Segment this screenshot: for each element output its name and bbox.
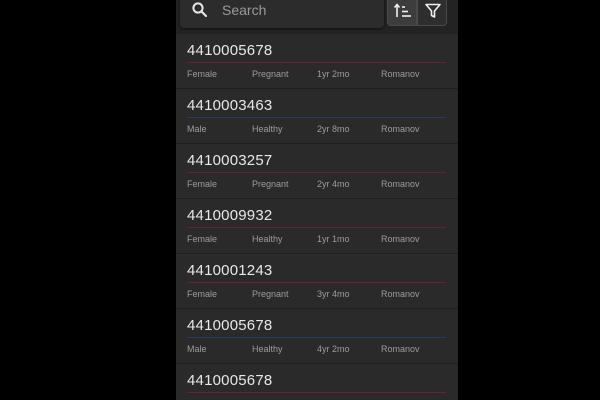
- animal-id: 4410001243: [187, 262, 273, 279]
- gender-label: Female: [187, 69, 218, 79]
- status-label: Pregnant: [252, 179, 289, 189]
- gender-label: Male: [187, 344, 207, 354]
- animal-list: 4410005678 Female Pregnant 1yr 2mo Romanov 44…: [176, 34, 458, 400]
- animal-id: 4410009932: [187, 207, 273, 224]
- gender-label: Female: [187, 179, 218, 189]
- filter-button[interactable]: [417, 0, 447, 26]
- age-label: 3yr 4mo: [317, 289, 350, 299]
- gender-divider: [187, 337, 446, 338]
- gender-divider: [187, 62, 446, 63]
- list-item[interactable]: 4410005678: [176, 364, 458, 400]
- list-item[interactable]: 4410005678 Female Pregnant 1yr 2mo Romanov: [176, 34, 458, 89]
- age-label: 2yr 8mo: [317, 124, 350, 134]
- age-label: 4yr 2mo: [317, 344, 350, 354]
- breed-label: Romanov: [381, 124, 420, 134]
- status-label: Healthy: [252, 124, 283, 134]
- top-toolbar: Search: [176, 0, 458, 34]
- gender-label: Female: [187, 289, 218, 299]
- app-screen: Search 4410005678 Female Pregnant 1yr 2mo R: [176, 0, 458, 400]
- search-input[interactable]: Search: [180, 0, 384, 28]
- status-label: Pregnant: [252, 289, 289, 299]
- status-label: Pregnant: [252, 69, 289, 79]
- age-label: 1yr 1mo: [317, 234, 350, 244]
- age-label: 2yr 4mo: [317, 179, 350, 189]
- breed-label: Romanov: [381, 234, 420, 244]
- status-label: Healthy: [252, 234, 283, 244]
- gender-divider: [187, 282, 446, 283]
- breed-label: Romanov: [381, 69, 420, 79]
- gender-divider: [187, 117, 446, 118]
- animal-id: 4410003463: [187, 97, 273, 114]
- animal-id: 4410003257: [187, 152, 273, 169]
- gender-divider: [187, 227, 446, 228]
- breed-label: Romanov: [381, 344, 420, 354]
- breed-label: Romanov: [381, 179, 420, 189]
- search-icon: [191, 1, 209, 19]
- list-item[interactable]: 4410003257 Female Pregnant 2yr 4mo Romanov: [176, 144, 458, 199]
- list-item[interactable]: 4410001243 Female Pregnant 3yr 4mo Romanov: [176, 254, 458, 309]
- list-item[interactable]: 4410009932 Female Healthy 1yr 1mo Romanov: [176, 199, 458, 254]
- animal-id: 4410005678: [187, 372, 273, 389]
- animal-id: 4410005678: [187, 317, 273, 334]
- gender-divider: [187, 392, 446, 393]
- breed-label: Romanov: [381, 289, 420, 299]
- list-item[interactable]: 4410003463 Male Healthy 2yr 8mo Romanov: [176, 89, 458, 144]
- gender-label: Female: [187, 234, 218, 244]
- list-item[interactable]: 4410005678 Male Healthy 4yr 2mo Romanov: [176, 309, 458, 364]
- sort-button[interactable]: [387, 0, 417, 26]
- animal-id: 4410005678: [187, 42, 273, 59]
- search-placeholder: Search: [222, 2, 267, 18]
- age-label: 1yr 2mo: [317, 69, 350, 79]
- gender-divider: [187, 172, 446, 173]
- gender-label: Male: [187, 124, 207, 134]
- status-label: Healthy: [252, 344, 283, 354]
